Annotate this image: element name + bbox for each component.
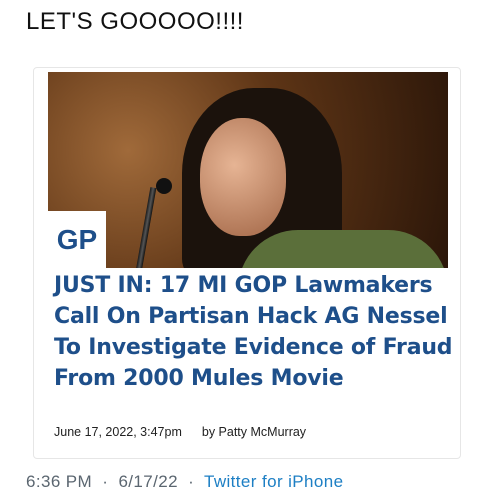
article-date: June 17, 2022, 3:47pm — [54, 425, 182, 439]
article-headline[interactable]: JUST IN: 17 MI GOP Lawmakers Call On Par… — [54, 270, 454, 394]
tweet-footer: 6:36 PM · 6/17/22 · Twitter for iPhone — [26, 472, 343, 492]
article-meta: June 17, 2022, 3:47pm by Patty McMurray — [54, 425, 306, 439]
link-card[interactable]: GP JUST IN: 17 MI GOP Lawmakers Call On … — [33, 67, 461, 459]
separator: · — [102, 472, 109, 491]
tweet-date: 6/17/22 — [118, 472, 178, 491]
tweet-text: LET'S GOOOOO!!!! — [26, 8, 244, 35]
separator: · — [188, 472, 195, 491]
photo-face — [200, 118, 286, 236]
tweet-source-link[interactable]: Twitter for iPhone — [204, 472, 343, 491]
microphone-head — [156, 178, 172, 194]
tweet-time: 6:36 PM — [26, 472, 93, 491]
article-author: by Patty McMurray — [201, 425, 307, 439]
headline-line: From 2000 Mules Movie — [54, 366, 344, 391]
microphone-icon — [135, 187, 157, 268]
photo-jacket — [238, 230, 448, 268]
headline-line: JUST IN: 17 MI GOP Lawmakers — [54, 273, 433, 298]
headline-line: Call On Partisan Hack AG Nessel — [54, 304, 448, 329]
headline-line: To Investigate Evidence of Fraud — [54, 335, 453, 360]
article-image[interactable] — [48, 72, 448, 268]
gp-logo: GP — [48, 211, 106, 268]
